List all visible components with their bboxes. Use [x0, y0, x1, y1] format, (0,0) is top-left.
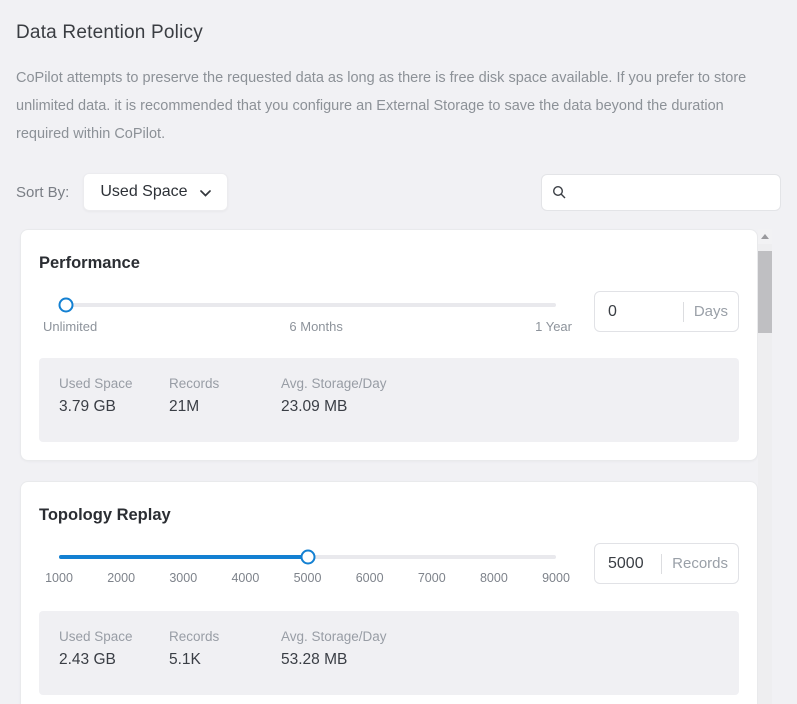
- stat-avg-storage: Avg. Storage/Day 53.28 MB: [281, 629, 387, 695]
- days-value-input[interactable]: [595, 303, 683, 321]
- stat-label: Avg. Storage/Day: [281, 376, 387, 391]
- sort-by-label: Sort By:: [16, 184, 69, 201]
- tick-label: 6000: [356, 571, 384, 585]
- slider-labels: Unlimited 6 Months 1 Year: [43, 319, 572, 334]
- tick-label: 3000: [169, 571, 197, 585]
- sort-by-value: Used Space: [100, 183, 187, 201]
- triangle-up-icon: [761, 234, 769, 239]
- records-unit-label: Records: [662, 555, 738, 572]
- chevron-down-icon: [200, 190, 211, 197]
- slider-label-max: 1 Year: [535, 319, 572, 334]
- page-title: Data Retention Policy: [16, 22, 781, 44]
- stat-value: 53.28 MB: [281, 651, 387, 669]
- days-unit-label: Days: [684, 303, 738, 320]
- tick-label: 9000: [542, 571, 570, 585]
- tick-label: 4000: [231, 571, 259, 585]
- slider-thumb[interactable]: [300, 550, 315, 565]
- slider-thumb[interactable]: [59, 298, 74, 313]
- topology-retention-slider[interactable]: 1000 2000 3000 4000 5000 6000 7000 8000 …: [59, 547, 556, 587]
- scrollbar[interactable]: [758, 229, 772, 704]
- search-input[interactable]: [574, 184, 770, 200]
- stat-label: Used Space: [59, 629, 169, 644]
- stat-used-space: Used Space 3.79 GB: [59, 376, 169, 442]
- slider-track[interactable]: [59, 303, 556, 307]
- performance-days-input-group[interactable]: Days: [594, 291, 739, 332]
- slider-label-min: Unlimited: [43, 319, 97, 334]
- stat-records: Records 5.1K: [169, 629, 281, 695]
- card-performance: Performance Unlimited 6 Months 1 Year: [20, 229, 758, 461]
- stat-records: Records 21M: [169, 376, 281, 442]
- toolbar: Sort By: Used Space: [16, 173, 781, 211]
- topology-stats-panel: Used Space 2.43 GB Records 5.1K Avg. Sto…: [39, 611, 739, 695]
- topology-records-input-group[interactable]: Records: [594, 543, 739, 584]
- stat-used-space: Used Space 2.43 GB: [59, 629, 169, 695]
- stat-label: Avg. Storage/Day: [281, 629, 387, 644]
- performance-stats-panel: Used Space 3.79 GB Records 21M Avg. Stor…: [39, 358, 739, 442]
- records-value-input[interactable]: [595, 555, 661, 573]
- slider-fill: [59, 555, 308, 559]
- search-box[interactable]: [541, 174, 781, 211]
- card-topology-replay: Topology Replay 1000 2000 3000 4000 5000…: [20, 481, 758, 704]
- stat-value: 23.09 MB: [281, 398, 387, 416]
- performance-retention-slider[interactable]: Unlimited 6 Months 1 Year: [59, 295, 556, 334]
- stat-label: Records: [169, 629, 281, 644]
- topology-slider-row: 1000 2000 3000 4000 5000 6000 7000 8000 …: [39, 547, 739, 587]
- card-title: Topology Replay: [39, 506, 739, 525]
- tick-label: 1000: [45, 571, 73, 585]
- performance-slider-row: Unlimited 6 Months 1 Year Days: [39, 295, 739, 334]
- cards-scroll-area: Performance Unlimited 6 Months 1 Year: [0, 229, 797, 704]
- sort-by-dropdown[interactable]: Used Space: [83, 173, 227, 211]
- scrollbar-thumb[interactable]: [758, 251, 772, 333]
- slider-track[interactable]: [59, 555, 556, 559]
- tick-label: 5000: [294, 571, 322, 585]
- stat-value: 2.43 GB: [59, 651, 169, 669]
- search-icon: [552, 185, 566, 199]
- stat-label: Records: [169, 376, 281, 391]
- stat-value: 21M: [169, 398, 281, 416]
- card-title: Performance: [39, 254, 739, 273]
- data-retention-page: Data Retention Policy CoPilot attempts t…: [0, 22, 797, 704]
- stat-value: 3.79 GB: [59, 398, 169, 416]
- tick-label: 8000: [480, 571, 508, 585]
- scrollbar-up-button[interactable]: [758, 229, 772, 244]
- tick-label: 7000: [418, 571, 446, 585]
- tick-label: 2000: [107, 571, 135, 585]
- slider-label-mid: 6 Months: [289, 319, 342, 334]
- page-description: CoPilot attempts to preserve the request…: [16, 64, 778, 148]
- stat-avg-storage: Avg. Storage/Day 23.09 MB: [281, 376, 387, 442]
- stat-value: 5.1K: [169, 651, 281, 669]
- slider-tick-labels: 1000 2000 3000 4000 5000 6000 7000 8000 …: [59, 571, 556, 587]
- stat-label: Used Space: [59, 376, 169, 391]
